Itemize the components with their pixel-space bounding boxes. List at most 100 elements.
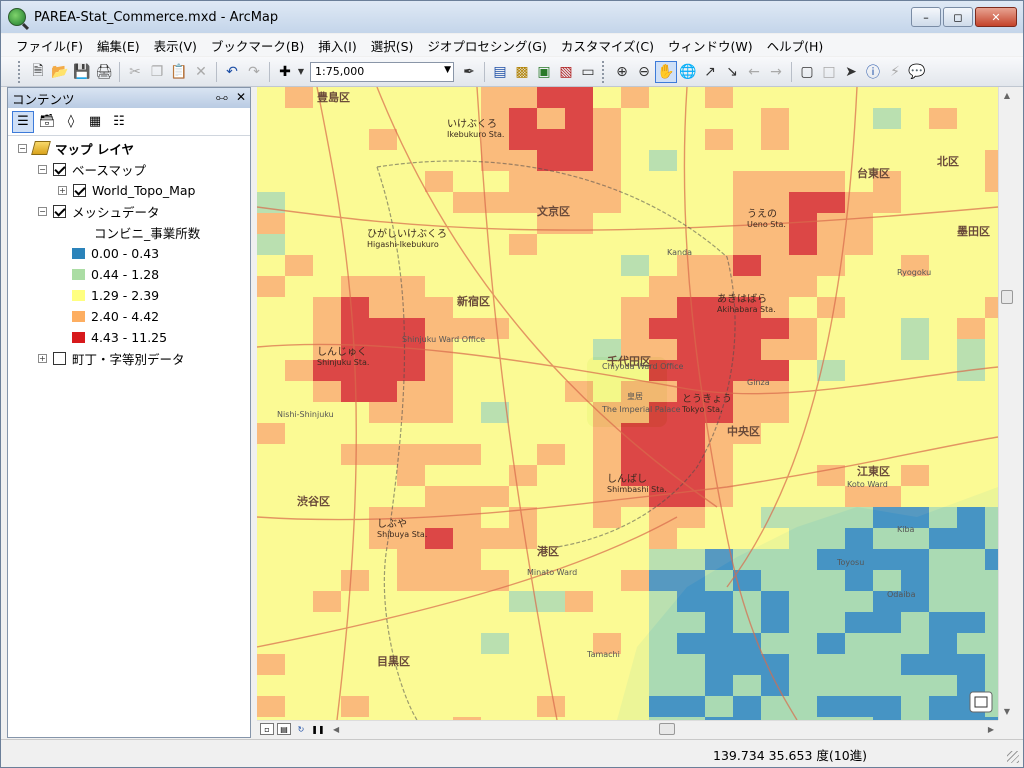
pause-drawing-icon[interactable]: ❚❚ xyxy=(311,723,325,735)
maximize-button[interactable]: ◻ xyxy=(943,7,973,27)
menu-item-6[interactable]: ジオプロセシング(G) xyxy=(420,36,553,55)
forward-extent-icon[interactable]: → xyxy=(765,61,787,83)
delete-icon[interactable]: ✕ xyxy=(190,61,212,83)
toc-mesh-group-row[interactable]: − メッシュデータ xyxy=(38,201,160,221)
chevron-down-icon[interactable]: ▼ xyxy=(444,65,451,75)
basemap-layer-checkbox[interactable] xyxy=(73,183,86,197)
map-display[interactable]: 豊島区 北区 文京区 台東区 新宿区 千代田区 中央区 港区 渋谷区 墨田区 江東区 目黒区 いけぶく… xyxy=(257,87,998,720)
mesh-cell xyxy=(677,108,705,129)
legend-swatch[interactable] xyxy=(72,247,85,259)
undo-icon[interactable]: ↶ xyxy=(221,61,243,83)
fixed-zoom-out-icon[interactable]: ↘ xyxy=(721,61,743,83)
toc-root-row[interactable]: − マップ レイヤ xyxy=(18,138,134,158)
map-tool-widget[interactable] xyxy=(969,691,993,713)
table-of-contents-icon[interactable]: ▤ xyxy=(489,61,511,83)
clear-selection-icon[interactable]: □ xyxy=(818,61,840,83)
list-by-drawing-order-icon[interactable]: ☰ xyxy=(12,110,34,133)
town-layer-checkbox[interactable] xyxy=(53,351,66,365)
scroll-up-icon[interactable]: ▲ xyxy=(999,87,1015,104)
paste-icon[interactable]: 📋 xyxy=(168,61,190,83)
options-icon[interactable]: ☷ xyxy=(108,111,130,133)
open-folder-icon[interactable]: 📂 xyxy=(49,61,71,83)
toc-town-layer-row[interactable]: + 町丁・字等別データ xyxy=(38,348,185,368)
save-icon[interactable]: 💾 xyxy=(71,61,93,83)
expand-icon[interactable]: + xyxy=(38,353,47,363)
map-scale-combobox[interactable]: 1:75,000 ▼ xyxy=(310,61,454,82)
refresh-icon[interactable]: ↻ xyxy=(294,723,308,735)
mesh-layer-checkbox[interactable] xyxy=(53,204,66,218)
toolbar-grip[interactable] xyxy=(602,60,608,83)
search-window-icon[interactable]: ▣ xyxy=(533,61,555,83)
menu-item-5[interactable]: 選択(S) xyxy=(364,36,421,55)
cut-icon[interactable]: ✂ xyxy=(124,61,146,83)
expand-icon[interactable]: + xyxy=(58,185,67,195)
toolbar-grip[interactable] xyxy=(18,60,24,83)
catalog-icon[interactable]: ▩ xyxy=(511,61,533,83)
add-data-icon[interactable]: ✚ xyxy=(274,61,296,83)
station-label-en: Shimbashi Sta. xyxy=(607,485,667,494)
zoom-in-icon[interactable]: ⊕ xyxy=(611,61,633,83)
mesh-cell xyxy=(565,171,593,192)
list-by-selection-icon[interactable]: ▦ xyxy=(84,111,106,133)
arctoolbox-icon[interactable]: ▧ xyxy=(555,61,577,83)
legend-swatch[interactable] xyxy=(72,331,85,343)
python-window-icon[interactable]: ▭ xyxy=(577,61,599,83)
editor-toolbar-icon[interactable]: ✒ xyxy=(458,61,480,83)
menu-item-2[interactable]: 表示(V) xyxy=(147,36,204,55)
menu-item-9[interactable]: ヘルプ(H) xyxy=(760,36,831,55)
menu-item-1[interactable]: 編集(E) xyxy=(90,36,147,55)
legend-class-row[interactable]: 1.29 - 2.39 xyxy=(72,285,159,305)
legend-swatch[interactable] xyxy=(72,268,85,280)
list-by-visibility-icon[interactable]: ◊ xyxy=(60,111,82,133)
print-icon[interactable]: 🖨 xyxy=(93,61,115,83)
resize-grip[interactable] xyxy=(1007,751,1019,763)
pin-icon[interactable]: ⧟ xyxy=(216,90,228,105)
legend-swatch[interactable] xyxy=(72,289,85,301)
map-canvas[interactable]: 豊島区北区文京区台東区新宿区千代田区中央区港区渋谷区墨田区江東区目黒区 いけぶく… xyxy=(257,87,998,720)
hyperlink-icon[interactable]: ⚡ xyxy=(884,61,906,83)
full-extent-globe-icon[interactable]: 🌐 xyxy=(677,61,699,83)
menu-item-4[interactable]: 挿入(I) xyxy=(311,36,363,55)
html-popup-icon[interactable]: 💬 xyxy=(906,61,928,83)
toc-basemap-layer-row[interactable]: + World_Topo_Map xyxy=(58,180,195,200)
legend-swatch[interactable] xyxy=(72,310,85,322)
scroll-down-icon[interactable]: ▼ xyxy=(999,703,1015,720)
scroll-left-icon[interactable]: ◀ xyxy=(333,725,339,734)
collapse-icon[interactable]: − xyxy=(38,206,47,216)
fixed-zoom-in-icon[interactable]: ↗ xyxy=(699,61,721,83)
layout-view-icon[interactable]: ▤ xyxy=(277,723,291,735)
add-data-dropdown-icon[interactable]: ▼ xyxy=(296,61,306,83)
map-vertical-scrollbar[interactable]: ▲ ▼ xyxy=(998,87,1015,720)
basemap-group-checkbox[interactable] xyxy=(53,162,66,176)
menu-item-0[interactable]: ファイル(F) xyxy=(9,36,90,55)
copy-icon[interactable]: ❐ xyxy=(146,61,168,83)
vertical-scroll-thumb[interactable] xyxy=(1001,290,1013,304)
legend-class-row[interactable]: 4.43 - 11.25 xyxy=(72,327,167,347)
menu-item-7[interactable]: カスタマイズ(C) xyxy=(554,36,661,55)
select-elements-arrow-icon[interactable]: ➤ xyxy=(840,61,862,83)
title-bar[interactable]: PAREA-Stat_Commerce.mxd - ArcMap – ◻ ✕ xyxy=(1,1,1023,33)
pan-hand-icon[interactable]: ✋ xyxy=(655,60,677,83)
collapse-icon[interactable]: − xyxy=(18,143,27,153)
data-view-icon[interactable]: ▫ xyxy=(260,723,274,735)
collapse-icon[interactable]: − xyxy=(38,164,47,174)
redo-icon[interactable]: ↷ xyxy=(243,61,265,83)
identify-icon[interactable]: ⓘ xyxy=(862,61,884,83)
minimize-button[interactable]: – xyxy=(911,7,941,27)
menu-item-3[interactable]: ブックマーク(B) xyxy=(204,36,311,55)
map-horizontal-scrollbar[interactable]: ▫ ▤ ↻ ❚❚ ◀ ▶ xyxy=(257,720,998,737)
zoom-out-icon[interactable]: ⊖ xyxy=(633,61,655,83)
close-button[interactable]: ✕ xyxy=(975,7,1017,27)
toc-basemap-group-row[interactable]: − ベースマップ xyxy=(38,159,146,179)
close-icon[interactable]: ✕ xyxy=(236,90,246,105)
legend-class-row[interactable]: 0.44 - 1.28 xyxy=(72,264,159,284)
horizontal-scroll-thumb[interactable] xyxy=(659,723,675,735)
list-by-source-icon[interactable]: 🗃 xyxy=(36,111,58,133)
legend-class-row[interactable]: 0.00 - 0.43 xyxy=(72,243,159,263)
back-extent-icon[interactable]: ← xyxy=(743,61,765,83)
new-document-icon[interactable]: 🗎 xyxy=(27,61,49,83)
select-features-icon[interactable]: ▢ xyxy=(796,61,818,83)
scroll-right-icon[interactable]: ▶ xyxy=(988,725,994,734)
legend-class-row[interactable]: 2.40 - 4.42 xyxy=(72,306,159,326)
menu-item-8[interactable]: ウィンドウ(W) xyxy=(661,36,760,55)
